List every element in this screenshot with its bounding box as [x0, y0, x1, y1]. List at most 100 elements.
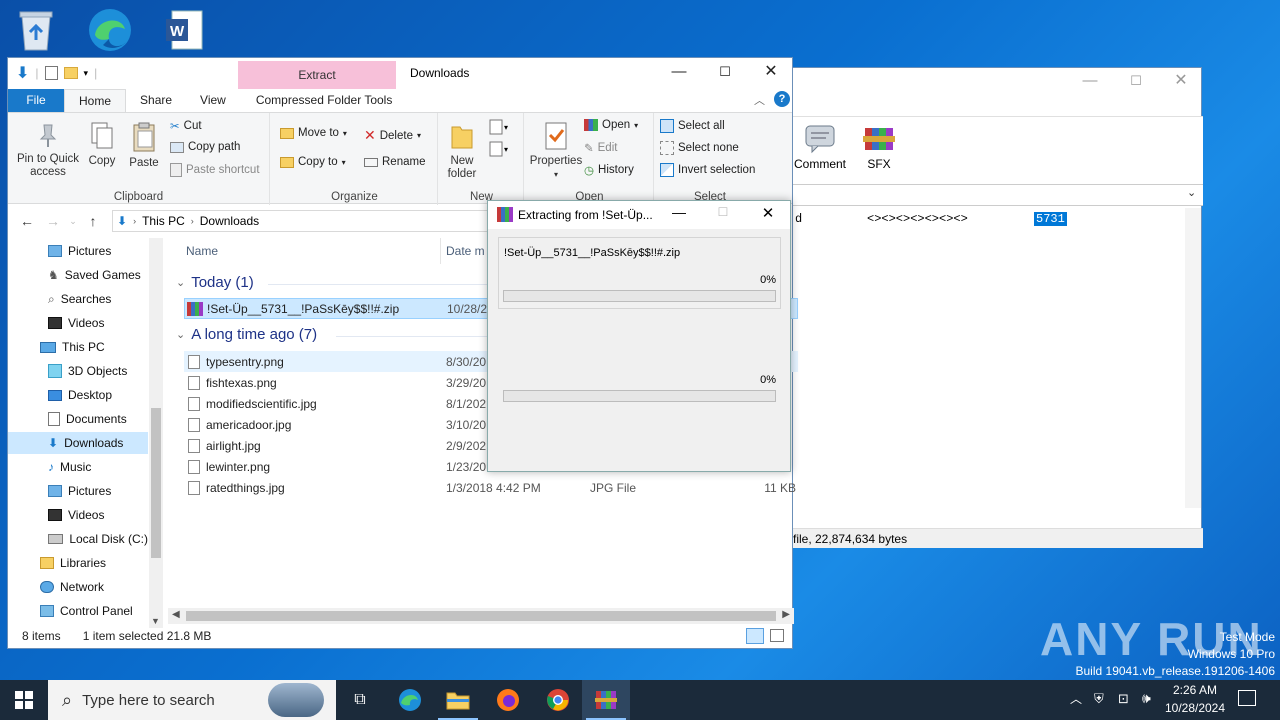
nav-item-documents[interactable]: Documents — [8, 408, 148, 430]
file-row[interactable]: ratedthings.jpg 1/3/2018 4:42 PM JPG File 1… — [184, 477, 798, 498]
open-button[interactable]: Open ▾ — [584, 119, 638, 131]
address-bar[interactable]: ⬇ › This PC › Downloads — [112, 210, 512, 232]
up-icon[interactable]: ↑ — [80, 213, 106, 229]
task-view-icon[interactable]: ⧉ — [336, 680, 384, 720]
nav-item-pictures[interactable]: Pictures — [8, 240, 148, 262]
rename-button[interactable]: Rename — [364, 156, 425, 168]
group-long-ago[interactable]: ⌄ A long time ago (7) — [176, 326, 317, 343]
sfx-tool[interactable]: SFX — [851, 124, 907, 171]
new-item-icon[interactable]: ▾ — [488, 119, 514, 138]
close-button[interactable]: ✕ — [1159, 68, 1203, 96]
word-desktop-icon[interactable]: W — [160, 6, 208, 54]
recent-locations-icon[interactable]: ⌄ — [66, 216, 80, 227]
nav-item-saved-games[interactable]: ♞ Saved Games — [8, 264, 148, 286]
select-none-button[interactable]: Select none — [660, 141, 739, 155]
nav-item-searches[interactable]: ⌕ Searches — [8, 288, 148, 310]
copy-button[interactable]: Copy — [84, 121, 120, 168]
chevron-down-icon[interactable]: ⌄ — [1187, 186, 1196, 199]
back-icon[interactable]: ← — [14, 213, 40, 229]
copy-to-button[interactable]: Copy to ▾ — [280, 156, 346, 168]
recycle-bin-icon[interactable] — [12, 6, 60, 54]
minimize-button[interactable]: — — [664, 204, 694, 220]
winrar-scrollbar[interactable] — [1185, 208, 1201, 508]
nav-item-music[interactable]: ♪ Music — [8, 456, 148, 478]
paste-button[interactable]: Paste — [124, 121, 164, 170]
quick-access-down-icon[interactable]: ⬇ — [16, 63, 29, 83]
nav-item-network[interactable]: Network — [8, 576, 148, 598]
horizontal-scrollbar[interactable]: ◀ ▶ — [168, 608, 794, 624]
close-button[interactable]: ✕ — [748, 58, 794, 88]
nav-item-local-disk[interactable]: Local Disk (C:) — [8, 528, 148, 550]
notifications-icon[interactable] — [1238, 690, 1256, 706]
taskbar-search[interactable]: ⌕ Type here to search — [48, 680, 336, 720]
breadcrumb-this-pc[interactable]: This PC — [142, 214, 185, 228]
start-button[interactable] — [0, 680, 48, 720]
minimize-button[interactable]: — — [1067, 68, 1113, 96]
edge-taskbar-icon[interactable] — [386, 680, 434, 720]
nav-item-this-pc[interactable]: This PC — [8, 336, 148, 358]
tab-file[interactable]: File — [8, 89, 64, 112]
nav-item-videos-2[interactable]: Videos — [8, 504, 148, 526]
maximize-button[interactable]: ☐ — [702, 58, 748, 88]
security-icon[interactable]: ⛨ — [1094, 691, 1104, 707]
file-explorer-taskbar-icon[interactable] — [434, 680, 482, 720]
column-date-header[interactable]: Date m — [446, 244, 485, 258]
properties-button[interactable]: Properties ▾ — [528, 121, 584, 181]
nav-item-videos[interactable]: Videos — [8, 312, 148, 334]
volume-icon[interactable]: 🕪 — [1142, 690, 1151, 707]
large-icons-view-icon[interactable] — [770, 629, 784, 642]
scroll-left-icon[interactable]: ◀ — [172, 609, 180, 620]
collapse-ribbon-icon[interactable]: ︿ — [754, 92, 765, 108]
winrar-taskbar-icon[interactable] — [582, 680, 630, 720]
scroll-right-icon[interactable]: ▶ — [782, 609, 790, 620]
forward-icon[interactable]: → — [40, 213, 66, 229]
maximize-button[interactable]: ☐ — [1113, 68, 1159, 96]
help-icon[interactable]: ? — [774, 91, 790, 107]
paste-shortcut-button[interactable]: Paste shortcut — [170, 163, 260, 177]
show-hidden-icons-icon[interactable]: ︿ — [1070, 690, 1082, 707]
nav-scrollbar-thumb[interactable] — [151, 408, 161, 558]
edit-button[interactable]: ✎ Edit — [584, 141, 617, 155]
nav-item-pictures-2[interactable]: Pictures — [8, 480, 148, 502]
column-name-header[interactable]: Name — [186, 244, 218, 258]
horizontal-scrollbar-thumb[interactable] — [186, 611, 776, 621]
history-button[interactable]: ◷ History — [584, 163, 634, 177]
network-tray-icon[interactable]: ⊡ — [1118, 691, 1129, 707]
tab-home[interactable]: Home — [64, 89, 127, 112]
nav-item-desktop[interactable]: Desktop — [8, 384, 148, 406]
new-folder-button[interactable]: New folder — [442, 121, 482, 181]
details-view-icon[interactable] — [746, 628, 764, 644]
delete-button[interactable]: ✕ Delete ▾ — [364, 127, 421, 144]
clock-time[interactable]: 2:26 AM — [1160, 683, 1230, 697]
file-row-highlight[interactable]: 5731 — [1034, 212, 1067, 226]
new-folder-qat-icon[interactable] — [63, 67, 78, 79]
tab-compressed-folder-tools[interactable]: Compressed Folder Tools — [242, 89, 407, 112]
clock-date[interactable]: 10/28/2024 — [1160, 701, 1230, 715]
nav-item-control-panel[interactable]: Control Panel — [8, 600, 148, 622]
qat-dropdown-icon[interactable]: ▾ — [84, 68, 89, 79]
cut-button[interactable]: ✂ Cut — [170, 119, 202, 133]
tab-view[interactable]: View — [186, 89, 240, 112]
nav-item-3d-objects[interactable]: 3D Objects — [8, 360, 148, 382]
firefox-taskbar-icon[interactable] — [484, 680, 532, 720]
minimize-button[interactable]: — — [656, 58, 702, 88]
nav-item-downloads[interactable]: ⬇ Downloads — [8, 432, 148, 454]
move-to-button[interactable]: Move to ▾ — [280, 127, 347, 139]
group-today[interactable]: ⌄ Today (1) — [176, 274, 254, 291]
nav-scrollbar[interactable]: ▼ — [149, 238, 163, 628]
close-button[interactable]: ✕ — [753, 204, 783, 222]
breadcrumb-downloads[interactable]: Downloads — [200, 214, 259, 228]
comment-tool[interactable]: Comment — [791, 124, 849, 171]
maximize-button[interactable]: ☐ — [708, 205, 738, 219]
tab-extract[interactable]: Extract — [238, 61, 396, 89]
invert-selection-button[interactable]: Invert selection — [660, 163, 755, 177]
pin-quick-access-button[interactable]: Pin to Quick access — [12, 121, 84, 179]
chrome-taskbar-icon[interactable] — [534, 680, 582, 720]
tab-share[interactable]: Share — [126, 89, 186, 112]
nav-item-libraries[interactable]: Libraries — [8, 552, 148, 574]
edge-desktop-icon[interactable] — [86, 6, 134, 54]
copy-path-button[interactable]: Copy path — [170, 141, 240, 153]
select-all-button[interactable]: Select all — [660, 119, 725, 133]
properties-qat-icon[interactable] — [44, 66, 58, 80]
easy-access-icon[interactable]: ▾ — [488, 141, 514, 160]
